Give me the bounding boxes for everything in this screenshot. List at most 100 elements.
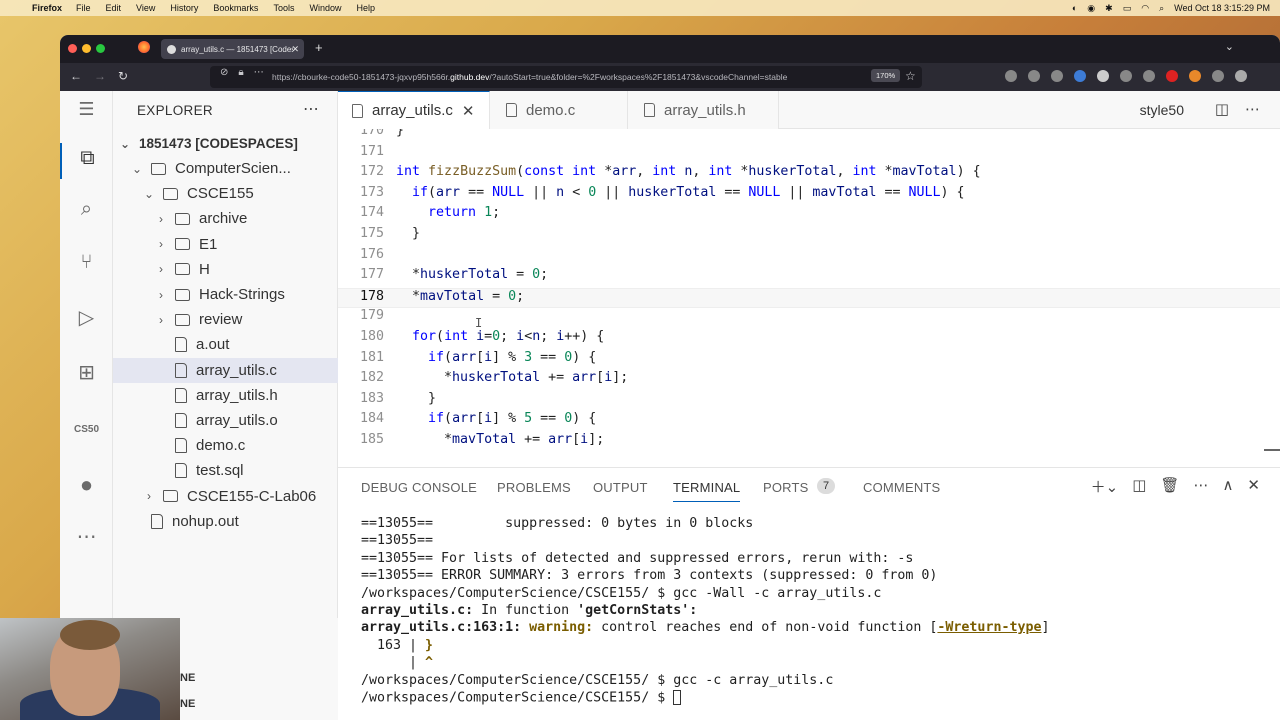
status-icon[interactable]: ◐ [1072, 3, 1077, 13]
extension-icon[interactable] [1143, 70, 1155, 82]
tree-folder[interactable]: › H [113, 257, 338, 282]
list-tabs-icon[interactable]: ⌄ [1225, 40, 1234, 53]
tree-folder[interactable]: › Hack-Strings [113, 282, 338, 307]
split-editor-icon[interactable]: ◫ [1215, 100, 1229, 118]
more-icon[interactable]: ⋯ [1193, 476, 1208, 497]
code-line[interactable]: 180 for(int i=0; i<n; i++) { [338, 329, 1280, 350]
menu-help[interactable]: Help [356, 3, 375, 13]
code-line[interactable]: 175 } [338, 226, 1280, 247]
browser-tab[interactable]: array_utils.c — 1851473 [Codes ✕ [161, 39, 304, 59]
reload-icon[interactable]: ↻ [118, 69, 128, 83]
tab-array-utils-c[interactable]: array_utils.c ✕ [338, 91, 490, 129]
new-terminal-icon[interactable]: ＋⌄ [1091, 476, 1119, 497]
wifi-icon[interactable]: ◠ [1141, 3, 1149, 14]
split-terminal-icon[interactable]: ◫ [1132, 476, 1146, 497]
bookmark-star-icon[interactable]: ☆ [905, 69, 916, 83]
tree-folder[interactable]: › archive [113, 206, 338, 231]
extensions-icon[interactable]: ⊞ [60, 360, 113, 385]
tree-folder[interactable]: ⌄ ComputerScien... [113, 156, 338, 181]
menu-tools[interactable]: Tools [273, 3, 294, 13]
code-line[interactable]: 181 if(arr[i] % 3 == 0) { [338, 350, 1280, 371]
battery-icon[interactable]: ▭ [1123, 3, 1132, 14]
tab-array-utils-h[interactable]: array_utils.h [628, 91, 779, 129]
cs50-icon[interactable]: CS50 [60, 424, 113, 435]
more-icon[interactable]: ⋯ [60, 524, 113, 549]
tree-file[interactable]: array_utils.h [113, 383, 338, 408]
extension-icon[interactable] [1166, 70, 1178, 82]
status-icon[interactable]: ◉ [1087, 3, 1095, 14]
code-editor[interactable]: 170} 171 172 int fizzBuzzSum(const int *arr… [338, 129, 1280, 467]
downloads-icon[interactable] [1028, 70, 1040, 82]
timeline-label[interactable]: NE [180, 698, 195, 710]
code-line[interactable]: 183 } [338, 391, 1280, 412]
tree-file[interactable]: test.sql [113, 458, 338, 483]
tree-file[interactable]: array_utils.c [113, 357, 338, 383]
code-line[interactable]: 173 if(arr == NULL || n < 0 || huskerTot… [338, 185, 1280, 206]
tree-file[interactable]: a.out [113, 332, 338, 357]
zoom-badge[interactable]: 170% [871, 69, 901, 82]
tab-ports[interactable]: PORTS [763, 480, 809, 495]
pocket-icon[interactable] [1005, 70, 1017, 82]
menu-icon[interactable] [1235, 70, 1247, 82]
terminal-output[interactable]: ==13055== suppressed: 0 bytes in 0 block… [361, 516, 1261, 707]
tree-file[interactable]: array_utils.o [113, 408, 338, 433]
code-line[interactable]: 185 *mavTotal += arr[i]; [338, 432, 1280, 453]
more-actions-icon[interactable]: ⋯ [1245, 100, 1260, 118]
url-bar[interactable]: https://cbourke-code50-1851473-jqxvp95h5… [210, 66, 922, 88]
code-line[interactable]: 182 *huskerTotal += arr[i]; [338, 370, 1280, 391]
extension-icon[interactable] [1051, 70, 1063, 82]
back-icon[interactable]: ← [70, 69, 82, 83]
explorer-more-icon[interactable]: ⋯ [303, 99, 319, 119]
tree-folder[interactable]: › CSCE155-C-Lab06 [113, 484, 338, 509]
minimize-window-button[interactable] [82, 44, 91, 53]
permissions-icon[interactable]: ⋯ [254, 67, 264, 78]
source-control-icon[interactable]: ⑂ [60, 251, 113, 274]
code-line[interactable]: 184 if(arr[i] % 5 == 0) { [338, 411, 1280, 432]
style50-button[interactable]: style50 [1140, 102, 1184, 118]
explorer-files-icon[interactable]: ⧉ [60, 143, 113, 179]
extension-icon[interactable] [1189, 70, 1201, 82]
tab-debug-console[interactable]: DEBUG CONSOLE [361, 480, 477, 495]
lock-icon[interactable]: 🔒︎ [238, 67, 243, 78]
zoom-window-button[interactable] [96, 44, 105, 53]
tree-file[interactable]: demo.c [113, 433, 338, 458]
tree-folder[interactable]: › review [113, 307, 338, 332]
workspace-root[interactable]: ⌄ 1851473 [CODESPACES] [113, 131, 338, 156]
search-icon[interactable]: ⌕ [1159, 3, 1164, 14]
firefox-view-icon[interactable] [138, 41, 150, 53]
forward-icon[interactable]: → [94, 69, 106, 83]
code-line[interactable]: 178 *mavTotal = 0; [338, 287, 1280, 309]
code-line[interactable]: 172 int fizzBuzzSum(const int *arr, int n… [338, 164, 1280, 185]
scrollbar-marker[interactable] [1264, 449, 1280, 451]
tab-terminal[interactable]: TERMINAL [673, 480, 741, 502]
menu-bookmarks[interactable]: Bookmarks [213, 3, 258, 13]
tree-folder[interactable]: ⌄ CSCE155 [113, 181, 338, 206]
tab-problems[interactable]: PROBLEMS [497, 480, 571, 495]
clock[interactable]: Wed Oct 18 3:15:29 PM [1174, 3, 1270, 13]
tree-file[interactable]: nohup.out [113, 509, 338, 534]
code-line[interactable]: 176 [338, 247, 1280, 268]
extension-icon[interactable] [1074, 70, 1086, 82]
extension-icon[interactable] [1097, 70, 1109, 82]
github-icon[interactable]: ● [60, 472, 113, 498]
bluetooth-icon[interactable]: ✱ [1105, 3, 1113, 14]
trash-icon[interactable]: 🗑︎ [1160, 476, 1179, 497]
menu-history[interactable]: History [170, 3, 198, 13]
code-line[interactable]: 174 return 1; [338, 205, 1280, 226]
tab-output[interactable]: OUTPUT [593, 480, 648, 495]
close-tab-icon[interactable]: ✕ [291, 44, 299, 55]
tab-demo-c[interactable]: demo.c [490, 91, 628, 129]
outline-label[interactable]: NE [180, 672, 195, 684]
code-line[interactable]: 170} [338, 129, 1280, 144]
tree-folder[interactable]: › E1 [113, 232, 338, 257]
maximize-panel-icon[interactable]: ∧ [1222, 476, 1233, 497]
extension-icon[interactable] [1120, 70, 1132, 82]
tab-comments[interactable]: COMMENTS [863, 480, 940, 495]
menu-app-name[interactable]: Firefox [32, 3, 62, 13]
menu-edit[interactable]: Edit [106, 3, 122, 13]
search-icon[interactable]: ⌕ [60, 198, 113, 221]
close-panel-icon[interactable]: ✕ [1247, 476, 1260, 497]
code-line[interactable]: 171 [338, 144, 1280, 165]
hamburger-menu-icon[interactable]: ☰ [60, 99, 113, 120]
close-window-button[interactable] [68, 44, 77, 53]
